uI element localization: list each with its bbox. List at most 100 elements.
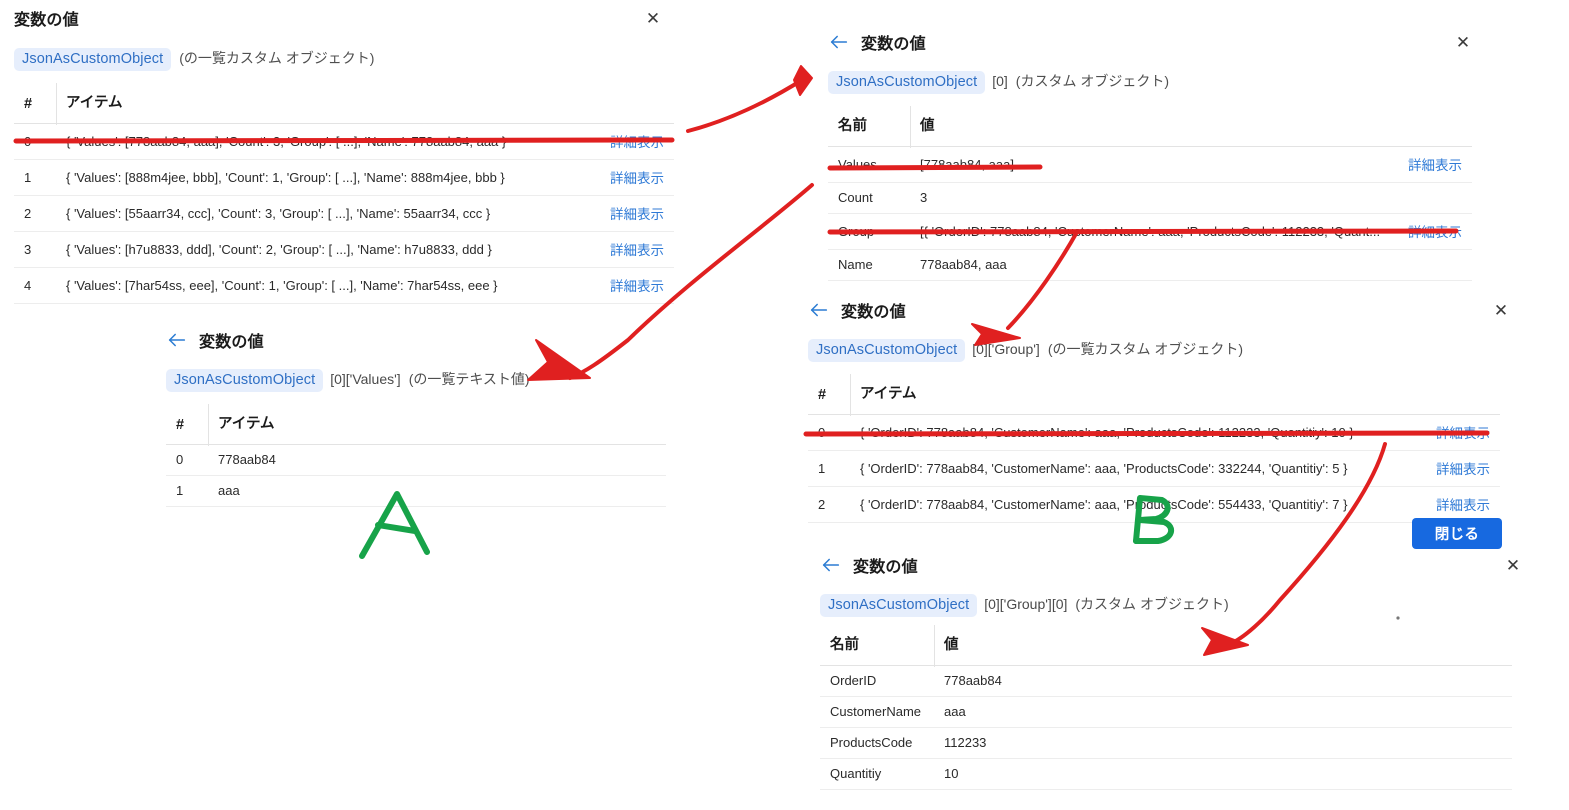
detail-link[interactable]: 詳細表示 [1408,225,1462,240]
detail-link[interactable]: 詳細表示 [1436,426,1490,441]
panel3-title: 変数の値 [199,334,264,351]
row-name: Name [828,249,910,281]
panel1-title: 変数の値 [14,12,79,29]
panel5-table: 名前 値 OrderID 778aab84 CustomerName aaa P… [820,625,1512,790]
close-button[interactable]: 閉じる [1412,518,1502,549]
table-row[interactable]: Values [778aab84, aaa] 詳細表示 [828,146,1472,183]
detail-link[interactable]: 詳細表示 [610,171,664,186]
table-row[interactable]: 2 { 'OrderID': 778aab84, 'CustomerName':… [808,486,1500,523]
table-row[interactable]: 1 { 'OrderID': 778aab84, 'CustomerName':… [808,450,1500,487]
table-row[interactable]: Quantitiy 10 [820,758,1512,790]
table-row[interactable]: Name 778aab84, aaa [828,249,1472,281]
close-icon[interactable]: ✕ [1450,30,1476,56]
row-item: { 'OrderID': 778aab84, 'CustomerName': a… [850,414,1410,451]
panel1-header: 変数の値 [14,6,674,30]
row-value: 3 [910,182,1398,214]
back-arrow-icon[interactable] [166,329,188,351]
table-row[interactable]: 1 aaa [166,475,666,507]
row-index: 0 [166,444,208,476]
panel3-type-note: (の一覧テキスト値) [408,371,530,387]
panel1-col-action [582,83,674,124]
table-row[interactable]: Group [{ 'OrderID': 778aab84, 'CustomerN… [828,213,1472,250]
table-row[interactable]: OrderID 778aab84 [820,665,1512,697]
panel2-col-action [1398,106,1472,147]
panel2-variable-pill[interactable]: JsonAsCustomObject [828,71,986,94]
table-row[interactable]: Count 3 [828,182,1472,214]
panel4-type-note: (の一覧カスタム オブジェクト) [1047,341,1244,357]
row-name: CustomerName [820,696,934,728]
row-value: aaa [934,696,1512,728]
panel3-header: 変数の値 [166,328,666,352]
back-arrow-icon[interactable] [808,299,830,321]
panel4-title: 変数の値 [841,304,906,321]
detail-link[interactable]: 詳細表示 [1408,158,1462,173]
table-row[interactable]: 0 778aab84 [166,444,666,476]
panel4-table-wrap: # アイテム 0 { 'OrderID': 778aab84, 'Custome… [808,374,1500,523]
row-index: 4 [14,267,56,304]
detail-link[interactable]: 詳細表示 [610,243,664,258]
panel5-table-wrap: 名前 値 OrderID 778aab84 CustomerName aaa P… [820,625,1512,790]
table-row[interactable]: 1 { 'Values': [888m4jee, bbb], 'Count': … [14,159,674,196]
panel1-variable-pill[interactable]: JsonAsCustomObject [14,48,172,71]
row-name: ProductsCode [820,727,934,759]
panel3-header-row: # アイテム [166,404,666,445]
row-value: [{ 'OrderID': 778aab84, 'CustomerName': … [910,213,1398,250]
row-name: Values [828,146,910,183]
panel1-table: # アイテム 0 { 'Values': [778aab84, aaa], 'C… [14,83,674,304]
row-value: 778aab84 [934,665,1512,697]
panel3-col-item: アイテム [208,404,666,445]
row-name: OrderID [820,665,934,697]
panel5-header: 変数の値 [820,553,1512,577]
panel4-header: 変数の値 [808,298,1500,322]
table-row[interactable]: 2 { 'Values': [55aarr34, ccc], 'Count': … [14,195,674,232]
detail-link[interactable]: 詳細表示 [1436,462,1490,477]
panel4-header-row: # アイテム [808,374,1500,415]
table-row[interactable]: 0 { 'Values': [778aab84, aaa], 'Count': … [14,123,674,160]
table-row[interactable]: CustomerName aaa [820,696,1512,728]
close-icon[interactable]: ✕ [1488,298,1514,324]
panel5-variable-pill[interactable]: JsonAsCustomObject [820,594,978,617]
panel4-variable-pill[interactable]: JsonAsCustomObject [808,339,966,362]
panel-variable-value-values: 変数の値 JsonAsCustomObject [0]['Values'] (の… [166,328,666,507]
detail-link[interactable]: 詳細表示 [610,207,664,222]
annotation-label-b-lower [1133,517,1175,544]
panel2-header: 変数の値 [828,30,1472,54]
table-row[interactable]: 4 { 'Values': [7har54ss, eee], 'Count': … [14,267,674,304]
panel2-col-value: 値 [910,106,1398,147]
row-item: { 'OrderID': 778aab84, 'CustomerName': a… [850,450,1410,487]
table-row[interactable]: 3 { 'Values': [h7u8833, ddd], 'Count': 2… [14,231,674,268]
panel2-column-divider [910,106,911,148]
panel4-path: [0]['Group'] [972,341,1040,357]
row-index: 2 [808,486,850,523]
panel1-body: 0 { 'Values': [778aab84, aaa], 'Count': … [14,123,674,304]
table-row[interactable]: 0 { 'OrderID': 778aab84, 'CustomerName':… [808,414,1500,451]
row-item: { 'Values': [55aarr34, ccc], 'Count': 3,… [56,195,582,232]
close-icon[interactable]: ✕ [640,6,666,32]
close-icon[interactable]: ✕ [1500,553,1526,579]
panel5-path: [0]['Group'][0] [984,596,1068,612]
back-arrow-icon[interactable] [828,31,850,53]
table-row[interactable]: ProductsCode 112233 [820,727,1512,759]
row-name: Group [828,213,910,250]
panel-variable-value-root: 変数の値 JsonAsCustomObject (の一覧カスタム オブジェクト)… [14,6,674,304]
detail-link[interactable]: 詳細表示 [610,279,664,294]
detail-link[interactable]: 詳細表示 [1436,498,1490,513]
back-arrow-icon[interactable] [820,554,842,576]
panel4-body: 0 { 'OrderID': 778aab84, 'CustomerName':… [808,414,1500,523]
panel2-breadcrumb: JsonAsCustomObject [0] (カスタム オブジェクト) [828,71,1472,94]
panel3-variable-pill[interactable]: JsonAsCustomObject [166,369,324,392]
row-item: { 'Values': [888m4jee, bbb], 'Count': 1,… [56,159,582,196]
panel5-title: 変数の値 [853,559,918,576]
panel4-col-item: アイテム [850,374,1410,415]
detail-link[interactable]: 詳細表示 [610,135,664,150]
panel4-breadcrumb: JsonAsCustomObject [0]['Group'] (の一覧カスタム… [808,339,1500,362]
row-index: 0 [14,123,56,160]
panel3-table-wrap: # アイテム 0 778aab84 1 aaa [166,404,666,507]
panel2-table-wrap: 名前 値 Values [778aab84, aaa] 詳細表示 Count 3 [828,106,1472,281]
panel3-body: 0 778aab84 1 aaa [166,444,666,507]
annotation-arrow-1 [686,78,804,133]
row-item: { 'Values': [h7u8833, ddd], 'Count': 2, … [56,231,582,268]
row-value: 112233 [934,727,1512,759]
panel4-table: # アイテム 0 { 'OrderID': 778aab84, 'Custome… [808,374,1500,523]
panel5-breadcrumb: JsonAsCustomObject [0]['Group'][0] (カスタム… [820,594,1512,617]
